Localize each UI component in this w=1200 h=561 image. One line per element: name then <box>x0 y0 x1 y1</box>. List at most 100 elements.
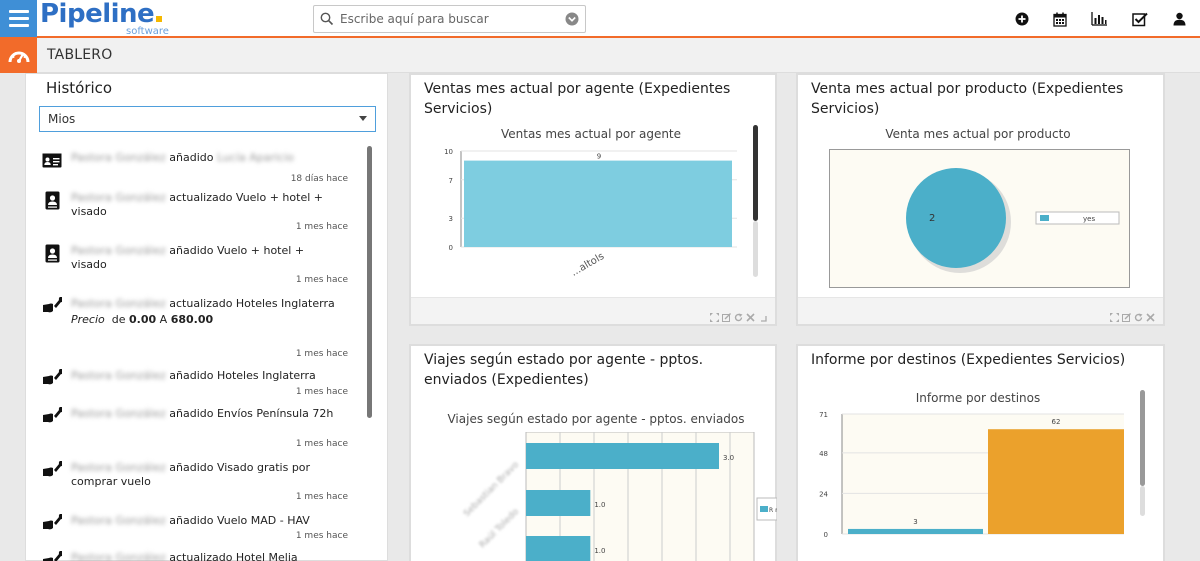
timestamp: 1 mes hace <box>295 349 348 359</box>
add-icon[interactable] <box>1013 10 1031 28</box>
wrench-hand-icon <box>42 513 62 533</box>
panel-scrollbar[interactable] <box>1140 390 1145 486</box>
x-tick-label: ...altols <box>569 251 606 279</box>
user-name: Pastora González <box>71 191 166 204</box>
menu-button[interactable] <box>0 0 37 37</box>
dashboard-gauge-icon <box>8 51 29 63</box>
wrench-hand-icon <box>42 368 62 388</box>
historico-title: Histórico <box>46 79 113 97</box>
y-tick-label: 0 <box>449 244 453 252</box>
wrench-hand-icon <box>42 460 62 480</box>
timestamp: 1 mes hace <box>295 222 348 232</box>
data-label: 9 <box>597 153 601 161</box>
search-input[interactable] <box>340 12 565 26</box>
bar-chart-icon[interactable] <box>1090 10 1108 28</box>
user-name: Pastora González <box>71 369 166 382</box>
list-item[interactable]: Pastora González actualizado Hoteles Ing… <box>40 296 360 360</box>
chevron-down-icon[interactable] <box>565 12 579 26</box>
timestamp: 1 mes hace <box>295 492 348 502</box>
y-tick-label: 71 <box>819 411 828 419</box>
checkbox-tasks-icon[interactable] <box>1131 10 1149 28</box>
historico-panel: Histórico Mios Pastora González añadido … <box>25 73 388 561</box>
panel-title: Viajes según estado por agente - pptos. … <box>424 352 704 388</box>
user-icon[interactable] <box>1170 10 1188 28</box>
list-item[interactable]: Pastora González actualizado Vuelo + hot… <box>40 190 360 234</box>
y-tick-label: 24 <box>819 490 828 498</box>
close-icon[interactable] <box>746 307 755 322</box>
sales-by-product-panel: Venta mes actual por producto (Expedient… <box>796 73 1165 326</box>
destinations-chart: 71 48 24 0 3 62 <box>819 411 1124 538</box>
bar <box>526 490 591 516</box>
calendar-icon[interactable] <box>1051 10 1069 28</box>
list-item[interactable]: Pastora González añadido Vuelo MAD - HAV… <box>40 513 360 543</box>
user-name: Pastora González <box>71 297 166 310</box>
trips-by-status-panel: Viajes según estado por agente - pptos. … <box>409 344 777 561</box>
menu-icon <box>8 10 29 13</box>
list-item[interactable]: Pastora González añadido Envíos Penínsul… <box>40 406 360 450</box>
user-name: Pastora González <box>71 461 166 474</box>
wrench-hand-icon <box>42 406 62 426</box>
caret-down-icon <box>359 116 367 121</box>
list-item[interactable]: Pastora González actualizado Hotel Melia <box>40 550 360 561</box>
app-logo[interactable]: Pipeline software <box>40 0 169 37</box>
panel-title: Venta mes actual por producto (Expedient… <box>811 81 1124 117</box>
bar <box>526 536 591 561</box>
refresh-icon[interactable] <box>734 307 743 322</box>
data-label: 1.0 <box>594 547 605 555</box>
section-bar: TABLERO <box>0 38 1200 73</box>
data-label: 2 <box>929 213 935 224</box>
expand-icon[interactable] <box>1110 307 1119 322</box>
refresh-icon[interactable] <box>1134 307 1143 322</box>
bar <box>848 528 983 534</box>
timestamp: 1 mes hace <box>295 275 348 285</box>
user-name: Pastora González <box>71 151 166 164</box>
top-bar: Pipeline software <box>0 0 1200 38</box>
close-icon[interactable] <box>1146 307 1155 322</box>
history-list: Pastora González añadido Lucía Aparicio … <box>40 144 360 561</box>
history-scrollbar[interactable] <box>367 146 372 418</box>
sales-by-agent-panel: Ventas mes actual por agente (Expediente… <box>409 73 777 326</box>
edit-icon[interactable] <box>722 307 731 322</box>
dashboard-button[interactable] <box>0 38 37 73</box>
legend-label: yes <box>1083 215 1095 223</box>
sales-by-product-chart: 2 yes <box>829 149 1130 288</box>
chart-title: Ventas mes actual por agente <box>500 127 682 141</box>
pie-slice <box>906 168 1006 268</box>
logo-text: Pipeline <box>40 0 155 29</box>
y-tick-label: 7 <box>449 177 453 185</box>
data-label: 1.0 <box>594 501 605 509</box>
bar <box>464 160 732 247</box>
bar <box>526 443 719 469</box>
list-item[interactable]: Pastora González añadido Lucía Aparicio … <box>40 150 360 184</box>
y-tick-label: 48 <box>819 450 828 458</box>
id-card-icon <box>42 150 62 170</box>
data-label: 62 <box>1052 418 1061 426</box>
destinations-panel: Informe por destinos (Expedientes Servic… <box>796 344 1165 561</box>
list-item[interactable]: Pastora González añadido Hoteles Inglate… <box>40 368 360 398</box>
expand-icon[interactable] <box>710 307 719 322</box>
resize-icon[interactable] <box>758 307 767 322</box>
wrench-hand-icon <box>42 296 62 316</box>
chart-title: Informe por destinos <box>915 391 1041 405</box>
search-box[interactable] <box>313 5 586 33</box>
chart-title: Viajes según estado por agente - pptos. … <box>447 412 745 426</box>
list-item[interactable]: Pastora González añadido Vuelo + hotel +… <box>40 243 360 287</box>
filter-value: Mios <box>48 112 76 126</box>
y-tick-label: 0 <box>824 531 828 538</box>
y-tick-label: Raúl Toledo <box>478 507 522 551</box>
filter-select[interactable]: Mios <box>39 106 376 132</box>
user-name: Pastora González <box>71 514 166 527</box>
y-tick-label: 10 <box>444 148 453 156</box>
data-label: 3 <box>913 518 917 526</box>
panel-scrollbar[interactable] <box>753 125 758 221</box>
edit-icon[interactable] <box>1122 307 1131 322</box>
data-label: 3.0 <box>723 454 734 462</box>
panel-title: Informe por destinos (Expedientes Servic… <box>811 352 1126 368</box>
panel-footer <box>798 297 1163 324</box>
chart-title: Venta mes actual por producto <box>885 127 1071 141</box>
list-item[interactable]: Pastora González añadido Visado gratis p… <box>40 460 360 504</box>
search-icon <box>320 12 334 26</box>
legend-swatch <box>760 506 768 512</box>
trips-by-status-chart: 3.0Sebastian Bravo1.0Raúl Toledo1.0R re <box>462 432 777 561</box>
contact-book-icon <box>42 243 62 263</box>
